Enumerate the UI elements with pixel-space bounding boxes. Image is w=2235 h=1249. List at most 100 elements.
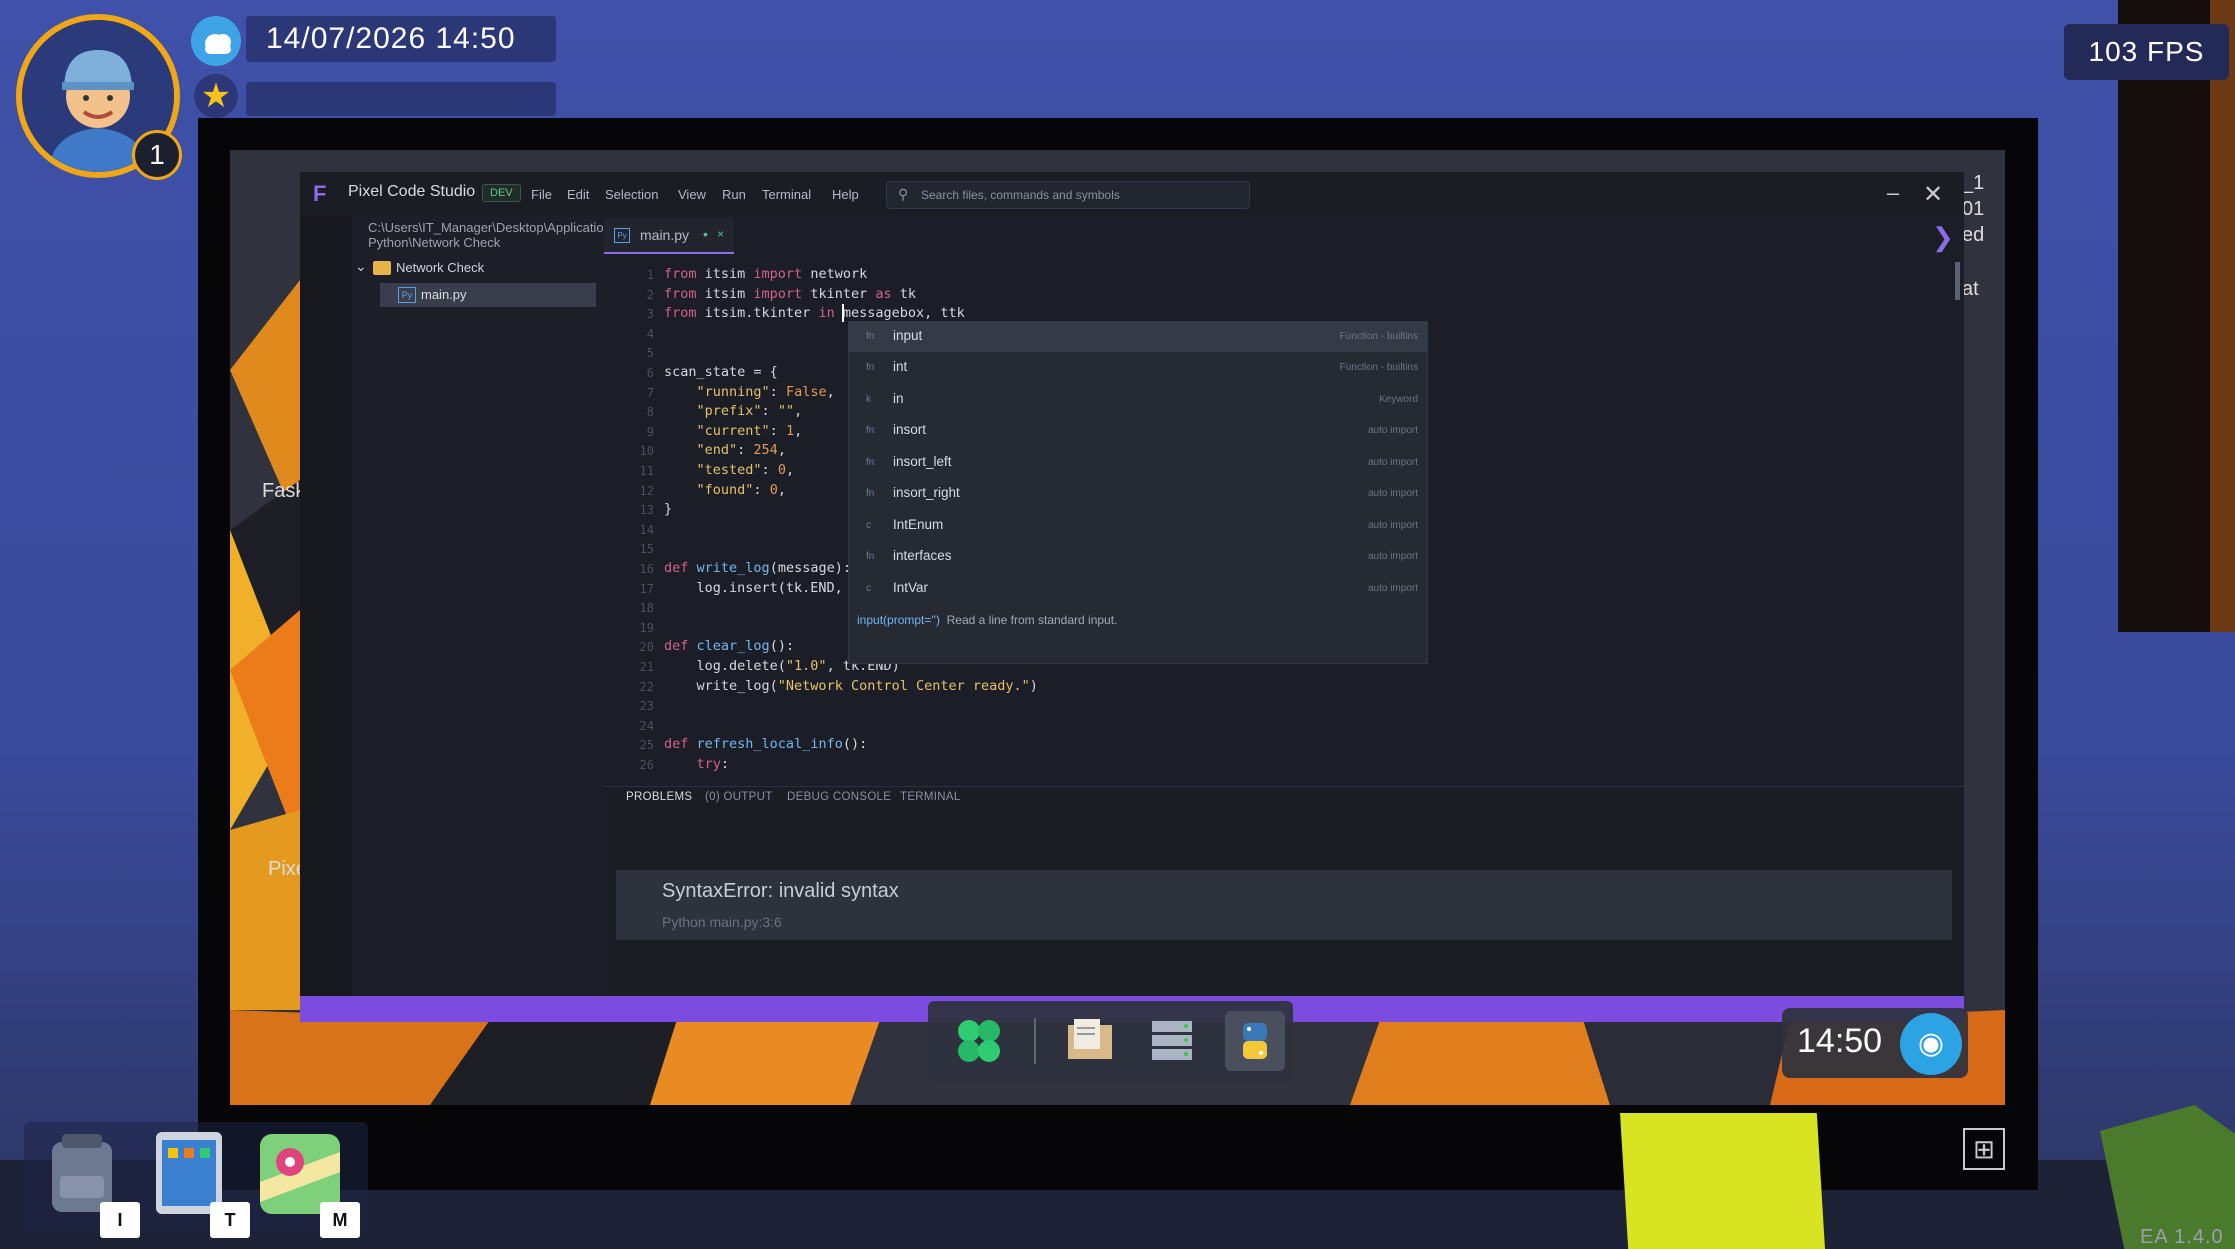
item-label[interactable]: insort_right xyxy=(893,485,960,500)
minimize-button[interactable]: – xyxy=(1880,180,1906,206)
code-line[interactable]: from itsim import network xyxy=(664,266,867,282)
explorer-panel xyxy=(352,216,604,996)
inventory-slot-map[interactable]: M xyxy=(252,1122,360,1238)
line-number: 20 xyxy=(639,640,654,654)
code-line[interactable]: "found": 0, xyxy=(664,482,786,498)
code-line[interactable]: def write_log(message): xyxy=(664,560,851,576)
launcher-icon[interactable] xyxy=(949,1011,1009,1071)
line-number: 12 xyxy=(639,484,654,498)
python-file-icon: Py xyxy=(614,228,630,243)
editor-scrollbar[interactable] xyxy=(1955,262,1960,300)
line-number: 25 xyxy=(639,738,654,752)
star-icon: ★ xyxy=(194,74,238,118)
tab-terminal[interactable]: TERMINAL xyxy=(900,791,961,803)
code-line[interactable]: "prefix": "", xyxy=(664,403,803,419)
item-detail: auto import xyxy=(1367,425,1418,436)
menu-help[interactable]: Help xyxy=(832,187,859,202)
code-line[interactable]: from itsim import tkinter as tk xyxy=(664,286,916,302)
menu-selection[interactable]: Selection xyxy=(605,187,658,202)
tab-output[interactable]: (0) OUTPUT xyxy=(705,791,773,803)
chevron-right-icon[interactable]: ❯ xyxy=(1932,222,1954,253)
item-label[interactable]: interfaces xyxy=(893,548,952,563)
menu-edit[interactable]: Edit xyxy=(567,187,589,202)
code-line[interactable]: from itsim.tkinter in messagebox, ttk xyxy=(664,305,965,321)
line-number: 24 xyxy=(639,719,654,733)
autocomplete-item[interactable] xyxy=(848,574,1428,604)
item-label[interactable]: IntEnum xyxy=(893,517,943,532)
menu-run[interactable]: Run xyxy=(722,187,746,202)
code-line[interactable]: try: xyxy=(664,756,730,772)
inventory-slot-backpack[interactable]: I xyxy=(32,1122,140,1238)
file-label[interactable]: main.py xyxy=(421,287,467,302)
command-search-input[interactable]: Search files, commands and symbols xyxy=(886,181,1250,209)
line-number: 14 xyxy=(639,523,654,537)
background-text: at xyxy=(1962,278,1979,300)
menu-terminal[interactable]: Terminal xyxy=(762,187,811,202)
item-detail: Keyword xyxy=(1379,394,1418,405)
tab-debug-console[interactable]: DEBUG CONSOLE xyxy=(787,791,891,803)
files-icon[interactable] xyxy=(1060,1011,1120,1071)
item-kind-icon: c xyxy=(866,520,871,531)
grid-menu-icon[interactable]: ⊞ xyxy=(1963,1128,2005,1170)
line-number: 7 xyxy=(646,386,654,400)
tab-problems[interactable]: PROBLEMS xyxy=(626,791,692,803)
menu-view[interactable]: View xyxy=(678,187,706,202)
problem-message: SyntaxError: invalid syntax xyxy=(662,880,899,902)
background-text: _1 xyxy=(1962,172,1985,194)
project-path: C:\Users\IT_Manager\Desktop\Application … xyxy=(368,220,611,250)
item-detail: Function - builtins xyxy=(1339,331,1418,342)
app-name: Pixel Code Studio xyxy=(348,183,476,200)
item-label[interactable]: in xyxy=(893,391,904,406)
item-kind-icon: c xyxy=(866,583,871,594)
item-label[interactable]: int xyxy=(893,359,907,374)
item-label[interactable]: input xyxy=(893,328,922,343)
item-detail: auto import xyxy=(1367,583,1418,594)
code-line[interactable]: "tested": 0, xyxy=(664,462,795,478)
inventory-slot-tablet[interactable]: T xyxy=(142,1122,250,1238)
tab-close-icon[interactable]: × xyxy=(717,227,724,241)
item-kind-icon: fn xyxy=(866,362,875,373)
desktop-label[interactable]: Fask xyxy=(262,480,305,503)
tab-label[interactable]: main.py xyxy=(640,227,689,243)
close-button[interactable]: ✕ xyxy=(1920,180,1946,208)
chevron-down-icon[interactable]: ⌄ xyxy=(355,258,367,275)
menu-file[interactable]: File xyxy=(531,187,552,202)
item-label[interactable]: IntVar xyxy=(893,580,928,595)
item-label[interactable]: insort_left xyxy=(893,454,952,469)
code-line[interactable]: write_log("Network Control Center ready.… xyxy=(664,678,1038,694)
autocomplete-doc: input(prompt='') Read a line from standa… xyxy=(857,613,1117,627)
code-line[interactable]: def clear_log(): xyxy=(664,638,794,654)
weather-cloud-icon xyxy=(191,16,241,66)
code-line[interactable]: "end": 254, xyxy=(664,442,786,458)
autocomplete-item[interactable] xyxy=(848,385,1428,415)
level-badge: 1 xyxy=(132,130,182,180)
code-line[interactable]: } xyxy=(664,501,672,517)
hotkey-label: I xyxy=(100,1202,140,1238)
xp-bar xyxy=(246,82,556,116)
autocomplete-item[interactable] xyxy=(848,416,1428,446)
activity-bar xyxy=(300,216,352,996)
line-number: 2 xyxy=(646,288,654,302)
item-detail: auto import xyxy=(1367,488,1418,499)
item-label[interactable]: insort xyxy=(893,422,926,437)
datetime-display: 14/07/2026 14:50 xyxy=(246,16,556,62)
unsaved-dot-icon: • xyxy=(703,226,708,242)
line-number: 5 xyxy=(646,346,654,360)
line-number: 9 xyxy=(646,425,654,439)
item-kind-icon: fn xyxy=(866,551,875,562)
code-line[interactable]: def refresh_local_info(): xyxy=(664,736,867,752)
server-icon[interactable] xyxy=(1142,1011,1202,1071)
folder-icon xyxy=(373,261,391,275)
item-kind-icon: fn xyxy=(866,457,875,468)
code-line[interactable]: "current": 1, xyxy=(664,423,803,439)
code-line[interactable]: scan_state = { xyxy=(664,364,778,380)
code-line[interactable]: "running": False, xyxy=(664,384,835,400)
search-icon: ⚲ xyxy=(898,186,909,202)
hotkey-label: T xyxy=(210,1202,250,1238)
line-number: 6 xyxy=(646,366,654,380)
python-icon[interactable] xyxy=(1225,1011,1285,1071)
line-number: 16 xyxy=(639,562,654,576)
folder-label[interactable]: Network Check xyxy=(396,260,484,275)
item-detail: auto import xyxy=(1367,520,1418,531)
globe-network-icon[interactable]: ◉ xyxy=(1900,1013,1962,1075)
